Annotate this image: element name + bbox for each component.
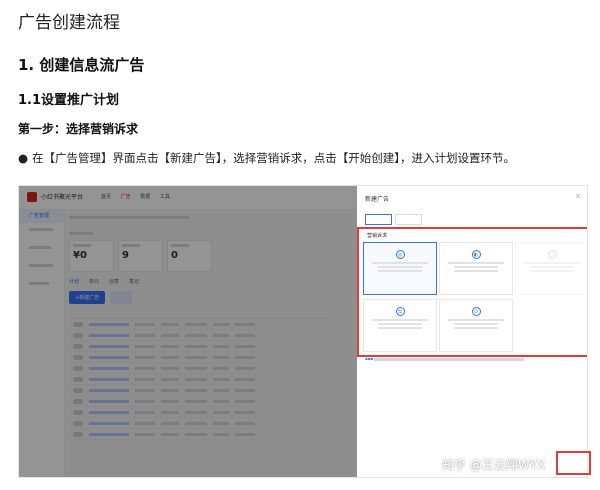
paragraph-text: 在【广告管理】界面点击【新建广告】，选择营销诉求，点击【开始创建】，进入计划设置… xyxy=(32,151,516,165)
heading-2: 1.1设置推广计划 xyxy=(18,93,120,108)
goal-icon: □ xyxy=(547,250,557,259)
goal-option-3[interactable]: □ xyxy=(515,242,587,295)
new-ad-dialog: 新建广告 × 营销诉求 ◎ ◐ □ ⇆ ⊙ ▪▪▪ xyxy=(357,186,587,477)
zhihu-watermark: 知乎 @王云翔WYX xyxy=(442,458,546,472)
goal-icon: ⇆ xyxy=(395,307,405,316)
goal-icon: ◐ xyxy=(471,250,481,259)
goal-icon: ◎ xyxy=(395,250,405,259)
dialog-tab-2[interactable] xyxy=(395,214,423,225)
goal-option-2[interactable]: ◐ xyxy=(439,242,513,295)
dialog-tabs xyxy=(365,214,423,225)
marketing-goal-label: 营销诉求 xyxy=(367,233,388,239)
dialog-tab-1[interactable] xyxy=(365,214,393,225)
dialog-title: 新建广告 xyxy=(365,196,390,203)
step-paragraph: ● 在【广告管理】界面点击【新建广告】，选择营销诉求，点击【开始创建】，进入计划设… xyxy=(18,150,515,166)
heading-3: 第一步：选择营销诉求 xyxy=(18,122,139,136)
marketing-goal-highlight: 营销诉求 ◎ ◐ □ ⇆ ⊙ xyxy=(357,227,587,357)
document-title: 广告创建流程 xyxy=(18,13,120,33)
goal-option-5[interactable]: ⊙ xyxy=(439,299,513,352)
goal-option-4[interactable]: ⇆ xyxy=(363,299,437,352)
footer-link[interactable]: ▪▪▪ xyxy=(365,356,373,361)
dialog-footer: ▪▪▪ xyxy=(365,356,530,361)
watermark-highlight-box xyxy=(556,451,591,475)
heading-1: 1. 创建信息流广告 xyxy=(18,56,145,74)
bullet-icon: ● xyxy=(18,151,29,165)
goal-icon: ⊙ xyxy=(471,307,481,316)
goal-option-1[interactable]: ◎ xyxy=(363,242,437,295)
close-icon[interactable]: × xyxy=(575,192,581,200)
embedded-screenshot: 小红书聚光平台 首页 广告 数据 工具 广告管理 ¥0 9 0 计划 单元 创意… xyxy=(18,185,588,478)
